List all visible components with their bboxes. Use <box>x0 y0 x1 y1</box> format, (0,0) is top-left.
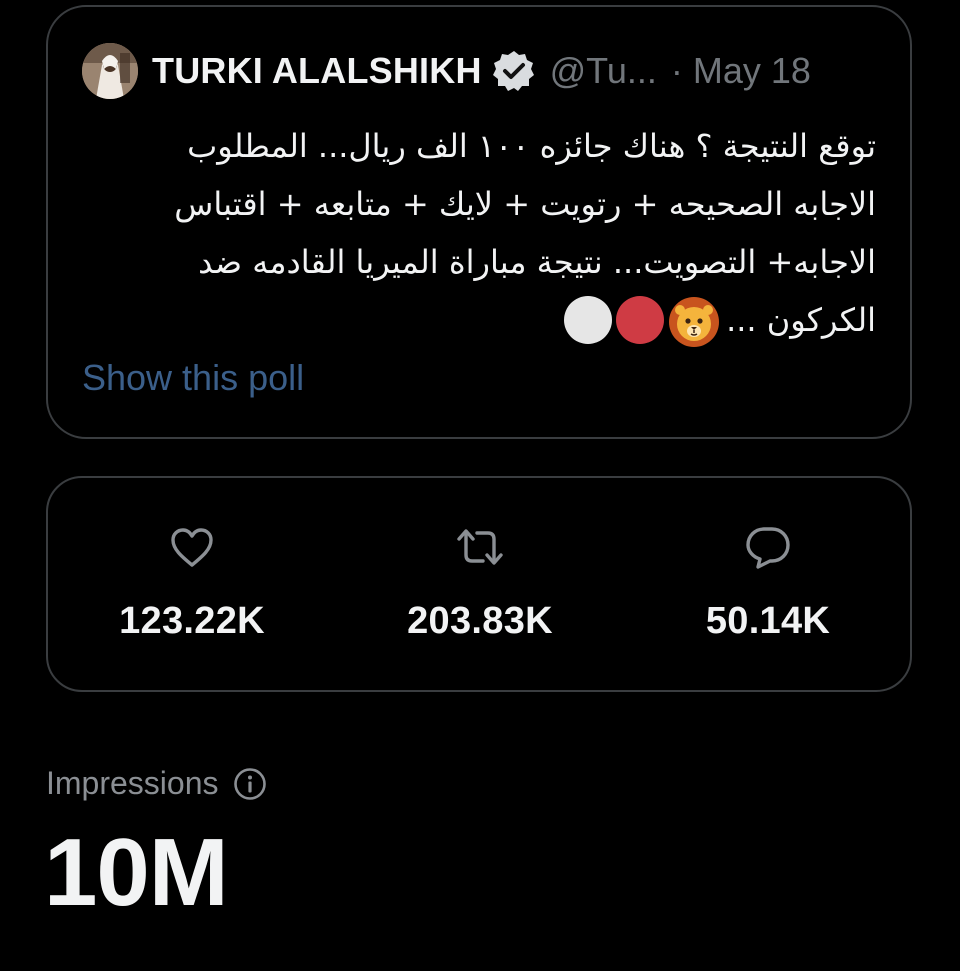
likes-count: 123.22K <box>119 600 265 642</box>
lion-face-icon <box>668 296 720 348</box>
impressions-count: 10M <box>44 819 229 926</box>
red-circle-icon <box>616 296 665 344</box>
separator-dot: · <box>670 50 683 91</box>
tweet-text-line: الاجابه+ التصويت... نتيجة مباراة الميريا… <box>198 243 876 281</box>
tweet-header: TURKI ALALSHIKH @Tu... · May 18 <box>82 43 811 99</box>
replies-count: 50.14K <box>705 600 831 642</box>
tweet-text-line: توقع النتيجة ؟ هناك جائزه ١٠٠ الف ريال..… <box>187 127 876 165</box>
tweet-text-line: الاجابه الصحيحه + رتويت + لايك + متابعه … <box>174 185 876 223</box>
retweets-stat[interactable]: 203.83K <box>360 522 600 643</box>
engagement-stats: 123.22K 203.83K 50.14K <box>46 476 912 692</box>
emoji-group <box>564 296 720 348</box>
impressions-label: Impressions <box>46 765 267 802</box>
tweet-text-last-line: الكركون ... <box>76 291 876 349</box>
quoted-tweet-card[interactable]: TURKI ALALSHIKH @Tu... · May 18 توقع الن… <box>46 5 912 439</box>
reply-bubble-icon[interactable] <box>648 522 888 572</box>
likes-stat[interactable]: 123.22K <box>72 522 312 643</box>
impressions-label-text: Impressions <box>46 765 219 801</box>
author-handle[interactable]: @Tu... <box>550 50 657 92</box>
tweet-text: توقع النتيجة ؟ هناك جائزه ١٠٠ الف ريال..… <box>76 117 876 349</box>
retweet-icon[interactable] <box>360 522 600 572</box>
info-icon[interactable] <box>233 767 267 801</box>
tweet-date[interactable]: May 18 <box>693 50 811 92</box>
white-circle-icon <box>564 296 613 344</box>
verified-badge-icon <box>492 49 536 93</box>
avatar[interactable] <box>82 43 138 99</box>
heart-icon[interactable] <box>72 522 312 572</box>
tweet-text-line: الكركون ... <box>726 301 876 339</box>
show-poll-link[interactable]: Show this poll <box>82 357 304 399</box>
retweets-count: 203.83K <box>407 600 553 642</box>
author-name[interactable]: TURKI ALALSHIKH <box>152 50 482 92</box>
replies-stat[interactable]: 50.14K <box>648 522 888 643</box>
